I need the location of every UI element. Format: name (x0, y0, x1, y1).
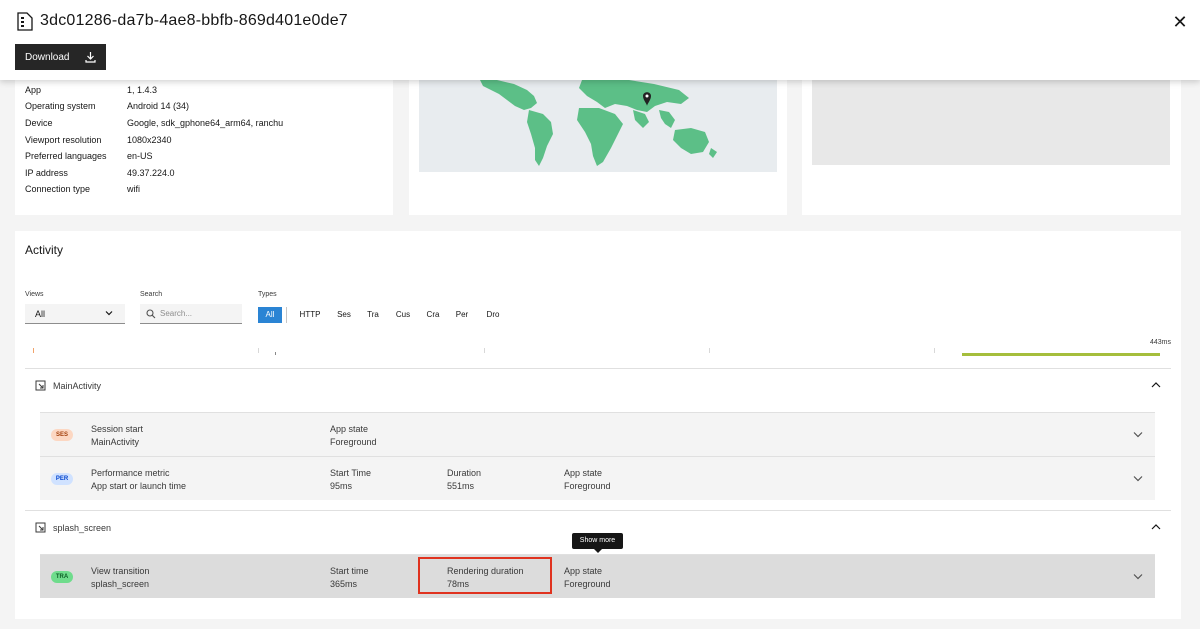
timeline-end-label: 443ms (1149, 339, 1171, 346)
info-value: wifi (127, 184, 140, 194)
info-key: App (25, 85, 42, 95)
modal-header: 3dc01286-da7b-4ae8-bbfb-869d401e0de7 ✕ D… (0, 0, 1200, 80)
event-title: Session start (91, 424, 144, 434)
info-value: 49.37.224.0 (127, 168, 175, 178)
world-map[interactable] (419, 70, 777, 172)
page-title: 3dc01286-da7b-4ae8-bbfb-869d401e0de7 (40, 12, 348, 29)
info-key: Operating system (25, 101, 96, 111)
types-label: Types (258, 291, 277, 298)
download-button[interactable]: Download (15, 44, 106, 70)
screen-view-icon (35, 522, 46, 533)
placeholder-area (812, 70, 1170, 165)
timeline-tick (484, 348, 485, 353)
event-field-label: Duration (447, 468, 482, 478)
info-value: 1080x2340 (127, 135, 172, 145)
info-value: en-US (127, 151, 153, 161)
views-label: Views (25, 291, 44, 298)
info-key: Connection type (25, 184, 91, 194)
info-value: 1, 1.4.3 (127, 85, 158, 95)
map-shapes (479, 78, 717, 166)
search-label: Search (140, 291, 163, 298)
event-subtitle: App start or launch time (91, 481, 187, 491)
chevron-up-icon[interactable] (1151, 523, 1161, 531)
section-label: MainActivity (53, 381, 102, 391)
placeholder-card (802, 70, 1181, 215)
event-field-value: Foreground (330, 437, 377, 447)
activity-timeline[interactable]: 443ms (33, 339, 1173, 359)
search-field (140, 304, 242, 324)
event-subtitle: MainActivity (91, 437, 140, 447)
views-value: All (35, 309, 46, 319)
chevron-down-icon[interactable] (1133, 573, 1143, 580)
event-subtitle: splash_screen (91, 579, 150, 589)
event-field-label: Rendering duration (447, 566, 524, 576)
event-field-label: Start Time (330, 468, 372, 478)
show-more-tooltip: Show more (572, 533, 623, 553)
info-key: Viewport resolution (25, 135, 102, 145)
info-value: Google, sdk_gphone64_arm64, ranchu (127, 118, 284, 128)
type-filter-cus[interactable]: Cus (392, 307, 414, 323)
event-field-value: Foreground (564, 579, 611, 589)
chevron-down-icon[interactable] (1133, 431, 1143, 438)
timeline-tick (934, 348, 935, 353)
search-input[interactable] (160, 304, 240, 323)
chevron-down-icon[interactable] (1133, 475, 1143, 482)
info-key: Device (25, 118, 53, 128)
device-info-card: App 1, 1.4.3 Operating system Android 14… (15, 70, 393, 215)
mobile-device-icon (17, 12, 33, 31)
timeline-tick (709, 348, 710, 353)
timeline-span-bar[interactable] (962, 353, 1160, 356)
views-select[interactable]: All (25, 304, 125, 324)
activity-title: Activity (25, 243, 64, 257)
location-map-card (409, 70, 787, 215)
event-field-value: 95ms (330, 481, 353, 491)
event-field-value: Foreground (564, 481, 611, 491)
section-mainactivity[interactable]: MainActivity (25, 368, 1171, 404)
timeline-tick (258, 348, 259, 353)
type-filter-tra[interactable]: Tra (363, 307, 383, 323)
type-filter-dro[interactable]: Dro (481, 307, 505, 323)
event-field-value: 78ms (447, 579, 470, 589)
type-filter-ses[interactable]: Ses (333, 307, 355, 323)
event-field-label: App state (330, 424, 369, 434)
event-row-performance-metric[interactable]: PER Performance metric App start or laun… (40, 456, 1155, 500)
section-label: splash_screen (53, 523, 112, 533)
timeline-marker (275, 352, 276, 355)
type-filter-all[interactable]: All (258, 307, 282, 323)
event-type-badge: PER (51, 473, 73, 485)
type-filter-http[interactable]: HTTP (296, 307, 324, 323)
event-title: Performance metric (91, 468, 170, 478)
type-filter-cra[interactable]: Cra (423, 307, 443, 323)
event-type-badge: TRA (51, 571, 73, 583)
divider (286, 307, 287, 323)
info-value: Android 14 (34) (127, 101, 190, 111)
activity-panel: Activity Views All Search Types All HTTP… (15, 231, 1181, 619)
event-row-view-transition[interactable]: TRA View transition splash_screen Start … (40, 554, 1155, 598)
event-field-value: 365ms (330, 579, 358, 589)
event-field-label: App state (564, 566, 603, 576)
info-key: Preferred languages (25, 151, 107, 161)
search-icon (146, 309, 156, 319)
event-field-label: App state (564, 468, 603, 478)
event-type-badge: SES (51, 429, 73, 441)
screen-view-icon (35, 380, 46, 391)
close-icon[interactable]: ✕ (1170, 12, 1190, 32)
chevron-up-icon[interactable] (1151, 381, 1161, 389)
event-field-label: Start time (330, 566, 369, 576)
type-filter-per[interactable]: Per (452, 307, 472, 323)
event-row-session-start[interactable]: SES Session start MainActivity App state… (40, 412, 1155, 456)
download-icon (85, 52, 96, 63)
timeline-marker (33, 348, 34, 353)
event-title: View transition (91, 566, 150, 576)
chevron-down-icon (105, 311, 113, 316)
event-field-value: 551ms (447, 481, 475, 491)
download-label: Download (25, 51, 70, 63)
info-key: IP address (25, 168, 68, 178)
